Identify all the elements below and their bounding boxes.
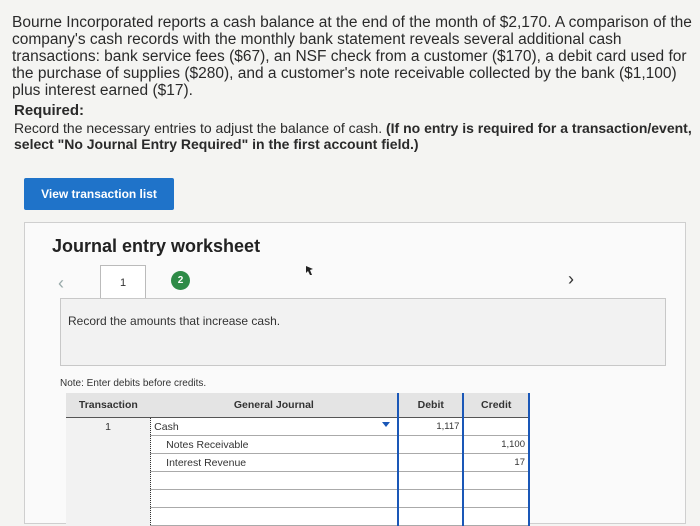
table-row — [66, 507, 530, 526]
transaction-cell — [66, 489, 151, 508]
debit-header: Debit — [397, 393, 464, 418]
account-name: Interest Revenue — [166, 456, 247, 469]
chevron-right-icon[interactable]: › — [568, 269, 574, 290]
debit-field[interactable]: 1,117 — [397, 417, 464, 436]
problem-statement: Bourne Incorporated reports a cash balan… — [12, 14, 692, 99]
dropdown-cell[interactable] — [381, 507, 399, 526]
worksheet-title: Journal entry worksheet — [52, 236, 261, 256]
transaction-cell — [66, 435, 151, 454]
debit-field[interactable] — [397, 489, 464, 508]
dropdown-cell[interactable] — [381, 435, 399, 454]
dropdown-cell[interactable] — [381, 471, 399, 490]
table-row — [66, 489, 530, 508]
debit-field[interactable] — [397, 471, 464, 490]
account-name: Notes Receivable — [166, 438, 249, 451]
required-text: Record the necessary entries to adjust t… — [14, 120, 383, 136]
credit-field[interactable] — [462, 489, 530, 508]
required-heading: Required: — [14, 102, 85, 119]
chevron-left-icon[interactable]: ‹ — [58, 273, 64, 294]
journal-table: Transaction General Journal Debit Credit… — [66, 393, 530, 526]
transaction-cell: 1 — [66, 417, 151, 436]
credit-field[interactable] — [462, 507, 530, 526]
table-row — [66, 471, 530, 490]
tab-1[interactable]: 1 — [100, 265, 146, 300]
table-row: 1 Cash 1,117 — [66, 417, 530, 436]
credit-header: Credit — [462, 393, 530, 418]
general-journal-header: General Journal — [150, 393, 399, 418]
required-instructions: Record the necessary entries to adjust t… — [14, 120, 694, 152]
credit-field[interactable]: 1,100 — [462, 435, 530, 454]
debits-note: Note: Enter debits before credits. — [60, 378, 207, 389]
view-transaction-list-button[interactable]: View transaction list — [24, 178, 174, 210]
account-field[interactable] — [150, 507, 382, 526]
dropdown-arrow-icon[interactable] — [381, 417, 399, 436]
mouse-cursor-icon — [306, 266, 313, 275]
transaction-cell — [66, 507, 151, 526]
credit-field[interactable]: 17 — [462, 453, 530, 472]
account-field[interactable]: Interest Revenue — [150, 453, 382, 472]
tab-2[interactable]: 2 — [171, 271, 190, 290]
debit-field[interactable] — [397, 453, 464, 472]
instruction-text: Record the amounts that increase cash. — [68, 314, 281, 328]
account-field[interactable]: Cash — [150, 417, 382, 436]
account-field[interactable] — [150, 489, 382, 508]
debit-field[interactable] — [397, 507, 464, 526]
dropdown-cell[interactable] — [381, 489, 399, 508]
instruction-box — [60, 298, 666, 366]
journal-header-row: Transaction General Journal Debit Credit — [66, 393, 530, 418]
transaction-cell — [66, 471, 151, 490]
table-row: Notes Receivable 1,100 — [66, 435, 530, 454]
account-field[interactable]: Notes Receivable — [150, 435, 382, 454]
credit-field[interactable] — [462, 417, 530, 436]
transaction-cell — [66, 453, 151, 472]
credit-field[interactable] — [462, 471, 530, 490]
transaction-header: Transaction — [66, 393, 151, 418]
debit-field[interactable] — [397, 435, 464, 454]
table-row: Interest Revenue 17 — [66, 453, 530, 472]
dropdown-cell[interactable] — [381, 453, 399, 472]
account-field[interactable] — [150, 471, 382, 490]
